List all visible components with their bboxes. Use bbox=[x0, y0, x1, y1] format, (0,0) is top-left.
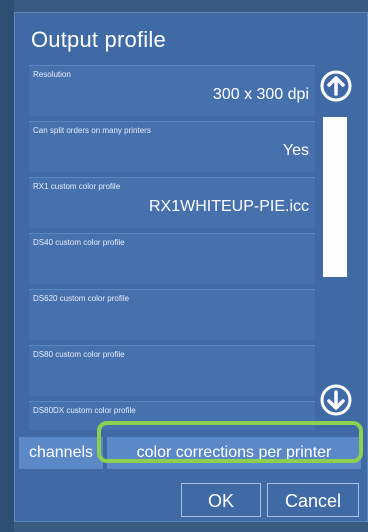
setting-row-ds80-profile[interactable]: DS80 custom color profile bbox=[29, 345, 315, 396]
setting-value: RX1WHITEUP-PIE.icc bbox=[148, 198, 309, 215]
output-profile-dialog: Output profile Resolution 300 x 300 dpi … bbox=[14, 12, 368, 522]
setting-label: Resolution bbox=[33, 70, 71, 79]
setting-label: DS80DX custom color profile bbox=[33, 406, 136, 415]
setting-label: DS620 custom color profile bbox=[33, 294, 130, 303]
setting-label: DS40 custom color profile bbox=[33, 238, 125, 247]
arrow-down-circle-icon[interactable] bbox=[319, 383, 353, 417]
highlight-outline bbox=[97, 421, 363, 463]
setting-row-split-orders[interactable]: Can split orders on many printers Yes bbox=[29, 121, 315, 172]
background-app-strip bbox=[0, 0, 14, 532]
setting-label: Can split orders on many printers bbox=[33, 126, 151, 135]
setting-value: Yes bbox=[282, 142, 309, 159]
scrollbar-thumb[interactable] bbox=[323, 117, 347, 277]
setting-row-resolution[interactable]: Resolution 300 x 300 dpi bbox=[29, 65, 315, 116]
dialog-title: Output profile bbox=[31, 27, 166, 52]
setting-row-ds40-profile[interactable]: DS40 custom color profile bbox=[29, 233, 315, 284]
setting-row-rx1-profile[interactable]: RX1 custom color profile RX1WHITEUP-PIE.… bbox=[29, 177, 315, 228]
setting-label: RX1 custom color profile bbox=[33, 182, 121, 191]
setting-value: 300 x 300 dpi bbox=[212, 86, 309, 103]
ok-button[interactable]: OK bbox=[181, 483, 261, 517]
settings-list[interactable]: Resolution 300 x 300 dpi Can split order… bbox=[29, 65, 315, 430]
arrow-up-circle-icon[interactable] bbox=[319, 69, 353, 103]
tab-channels[interactable]: channels bbox=[19, 437, 103, 469]
setting-row-ds620-profile[interactable]: DS620 custom color profile bbox=[29, 289, 315, 340]
cancel-button[interactable]: Cancel bbox=[267, 483, 359, 517]
setting-label: DS80 custom color profile bbox=[33, 350, 125, 359]
